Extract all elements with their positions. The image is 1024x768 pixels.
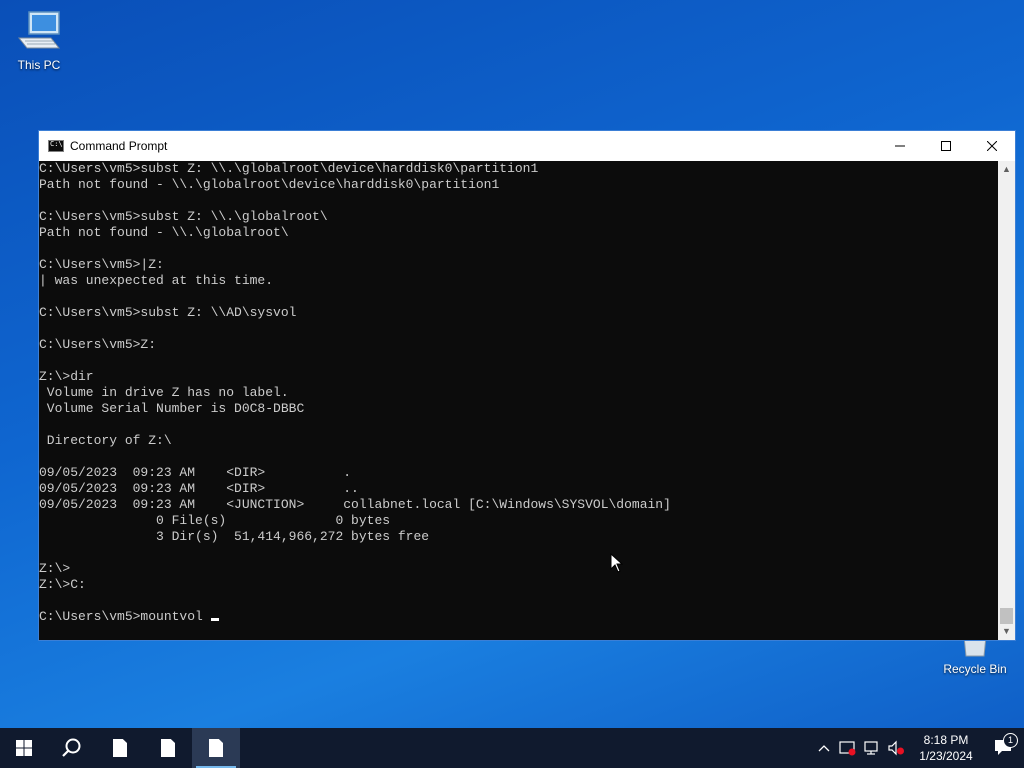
terminal-prompt-line[interactable]: C:\Users\vm5>mountvol [39, 609, 998, 625]
terminal-line: 3 Dir(s) 51,414,966,272 bytes free [39, 529, 430, 544]
scroll-down-icon[interactable]: ▼ [998, 623, 1015, 640]
scroll-thumb[interactable] [1000, 608, 1013, 624]
command-prompt-window[interactable]: Command Prompt C:\Users\vm5>subst Z: \\.… [38, 130, 1016, 641]
title-bar[interactable]: Command Prompt [39, 131, 1015, 161]
desktop-icon-this-pc[interactable]: This PC [1, 8, 77, 72]
chevron-up-icon [818, 745, 830, 752]
terminal-line: Z:\>dir [39, 369, 94, 384]
clock-date: 1/23/2024 [919, 749, 973, 763]
windows-logo-icon [16, 740, 32, 756]
action-center-button[interactable]: 1 [984, 733, 1024, 757]
show-hidden-icons-button[interactable] [812, 728, 836, 768]
terminal-line: Volume Serial Number is D0C8-DBBC [39, 401, 305, 416]
terminal-line: Path not found - \\.\globalroot\device\h… [39, 177, 500, 192]
network-tray-icon[interactable] [860, 728, 884, 768]
terminal-line: Z:\>C: [39, 577, 86, 592]
terminal-line: Path not found - \\.\globalroot\ [39, 225, 289, 240]
maximize-icon [941, 141, 951, 151]
terminal-line: Z:\> [39, 561, 71, 576]
terminal-line: 09/05/2023 09:23 AM <DIR> . [39, 465, 352, 480]
terminal-line: 09/05/2023 09:23 AM <JUNCTION> collabnet… [39, 497, 671, 512]
text-cursor [210, 618, 219, 621]
terminal-line: C:\Users\vm5>subst Z: \\.\globalroot\dev… [39, 161, 539, 176]
close-button[interactable] [969, 131, 1015, 161]
document-icon [113, 739, 127, 757]
taskbar-app-document-1[interactable] [96, 728, 144, 768]
desktop-icon-label: This PC [17, 58, 61, 72]
speaker-muted-icon [888, 740, 904, 756]
minimize-button[interactable] [877, 131, 923, 161]
search-button[interactable] [48, 728, 96, 768]
taskbar: 8:18 PM 1/23/2024 1 [0, 728, 1024, 768]
terminal-line: C:\Users\vm5>Z: [39, 337, 157, 352]
clock[interactable]: 8:18 PM 1/23/2024 [908, 732, 984, 764]
system-tray: 8:18 PM 1/23/2024 1 [812, 728, 1024, 768]
terminal-line: C:\Users\vm5>subst Z: \\AD\sysvol [39, 305, 297, 320]
maximize-button[interactable] [923, 131, 969, 161]
terminal-line: Volume in drive Z has no label. [39, 385, 289, 400]
mouse-pointer-icon [610, 553, 624, 573]
scroll-up-icon[interactable]: ▲ [998, 161, 1015, 178]
close-icon [987, 141, 997, 151]
document-icon [209, 739, 223, 757]
taskbar-app-command-prompt[interactable] [192, 728, 240, 768]
notification-count-badge: 1 [1003, 733, 1018, 748]
terminal-line: Directory of Z:\ [39, 433, 172, 448]
taskbar-app-document-2[interactable] [144, 728, 192, 768]
desktop-icon-label: Recycle Bin [943, 662, 1007, 676]
terminal-output[interactable]: C:\Users\vm5>subst Z: \\.\globalroot\dev… [39, 161, 998, 640]
terminal-line: 09/05/2023 09:23 AM <DIR> .. [39, 481, 359, 496]
minimize-icon [895, 145, 905, 147]
terminal-line: C:\Users\vm5>|Z: [39, 257, 164, 272]
window-title: Command Prompt [70, 139, 168, 153]
cmd-icon [48, 140, 64, 152]
network-icon [864, 741, 878, 755]
start-button[interactable] [0, 728, 48, 768]
terminal-prompt: C:\Users\vm5>mountvol [39, 609, 211, 624]
volume-tray-icon[interactable] [884, 728, 908, 768]
clock-time: 8:18 PM [923, 733, 969, 747]
search-icon [62, 738, 81, 757]
terminal-line: | was unexpected at this time. [39, 273, 274, 288]
document-icon [161, 739, 175, 757]
terminal-line: 0 File(s) 0 bytes [39, 513, 391, 528]
vertical-scrollbar[interactable]: ▲ ▼ [998, 161, 1015, 640]
computer-icon [15, 8, 63, 56]
security-tray-icon[interactable] [836, 728, 860, 768]
shield-alert-icon [839, 741, 856, 756]
terminal-line: C:\Users\vm5>subst Z: \\.\globalroot\ [39, 209, 328, 224]
